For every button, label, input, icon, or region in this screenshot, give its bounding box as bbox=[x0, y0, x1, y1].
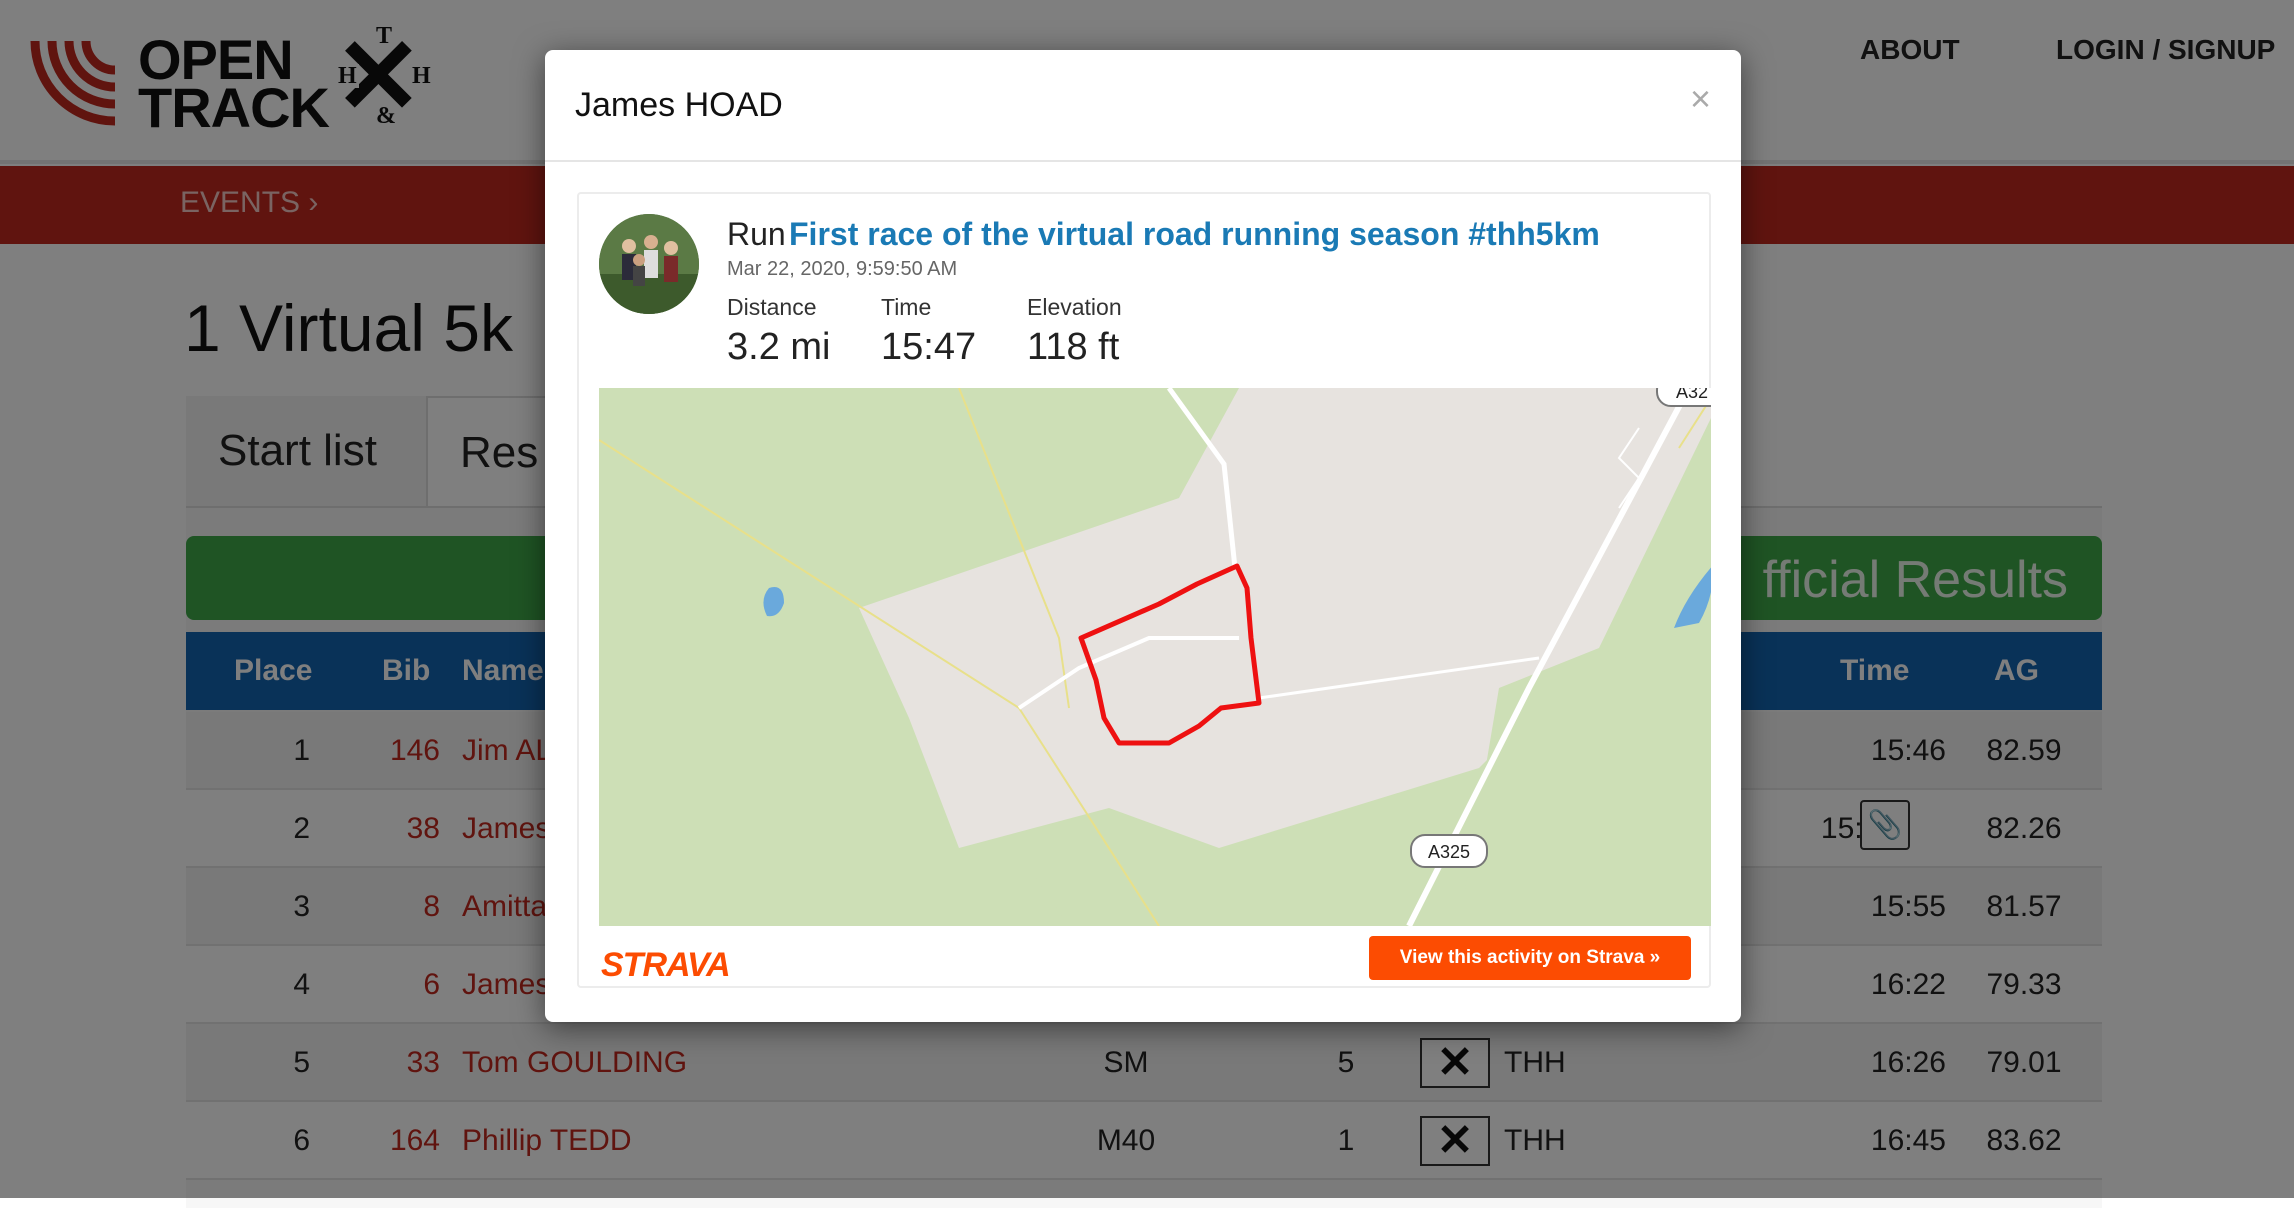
avatar[interactable] bbox=[599, 214, 699, 314]
runners-photo bbox=[599, 214, 699, 314]
modal-title: James HOAD bbox=[575, 86, 783, 124]
stat-elevation-label: Elevation bbox=[1027, 294, 1122, 320]
activity-title-link[interactable]: First race of the virtual road running s… bbox=[789, 216, 1600, 253]
stat-distance-label: Distance bbox=[727, 294, 817, 320]
modal-header: James HOAD × bbox=[545, 50, 1741, 162]
stat-time-label: Time bbox=[881, 294, 932, 320]
view-on-strava-button[interactable]: View this activity on Strava » bbox=[1369, 936, 1691, 980]
activity-type: Run bbox=[727, 216, 786, 252]
road-label-a32: A32 bbox=[1676, 388, 1708, 402]
activity-date: Mar 22, 2020, 9:59:50 AM bbox=[727, 258, 958, 280]
stat-distance-value: 3.2 mi bbox=[727, 326, 831, 368]
road-label-a325: A325 bbox=[1428, 842, 1470, 862]
strava-embed: Run First race of the virtual road runni… bbox=[577, 192, 1711, 988]
strava-logo: STRAVA bbox=[601, 946, 731, 984]
map-canvas: A325 A32 bbox=[599, 388, 1711, 926]
stat-elevation-value: 118 ft bbox=[1027, 326, 1120, 368]
close-icon[interactable]: × bbox=[1690, 78, 1711, 120]
route-map[interactable]: A325 A32 bbox=[599, 388, 1711, 926]
activity-modal: James HOAD × Run First race of the virtu… bbox=[545, 50, 1741, 1022]
stat-time-value: 15:47 bbox=[881, 326, 977, 368]
